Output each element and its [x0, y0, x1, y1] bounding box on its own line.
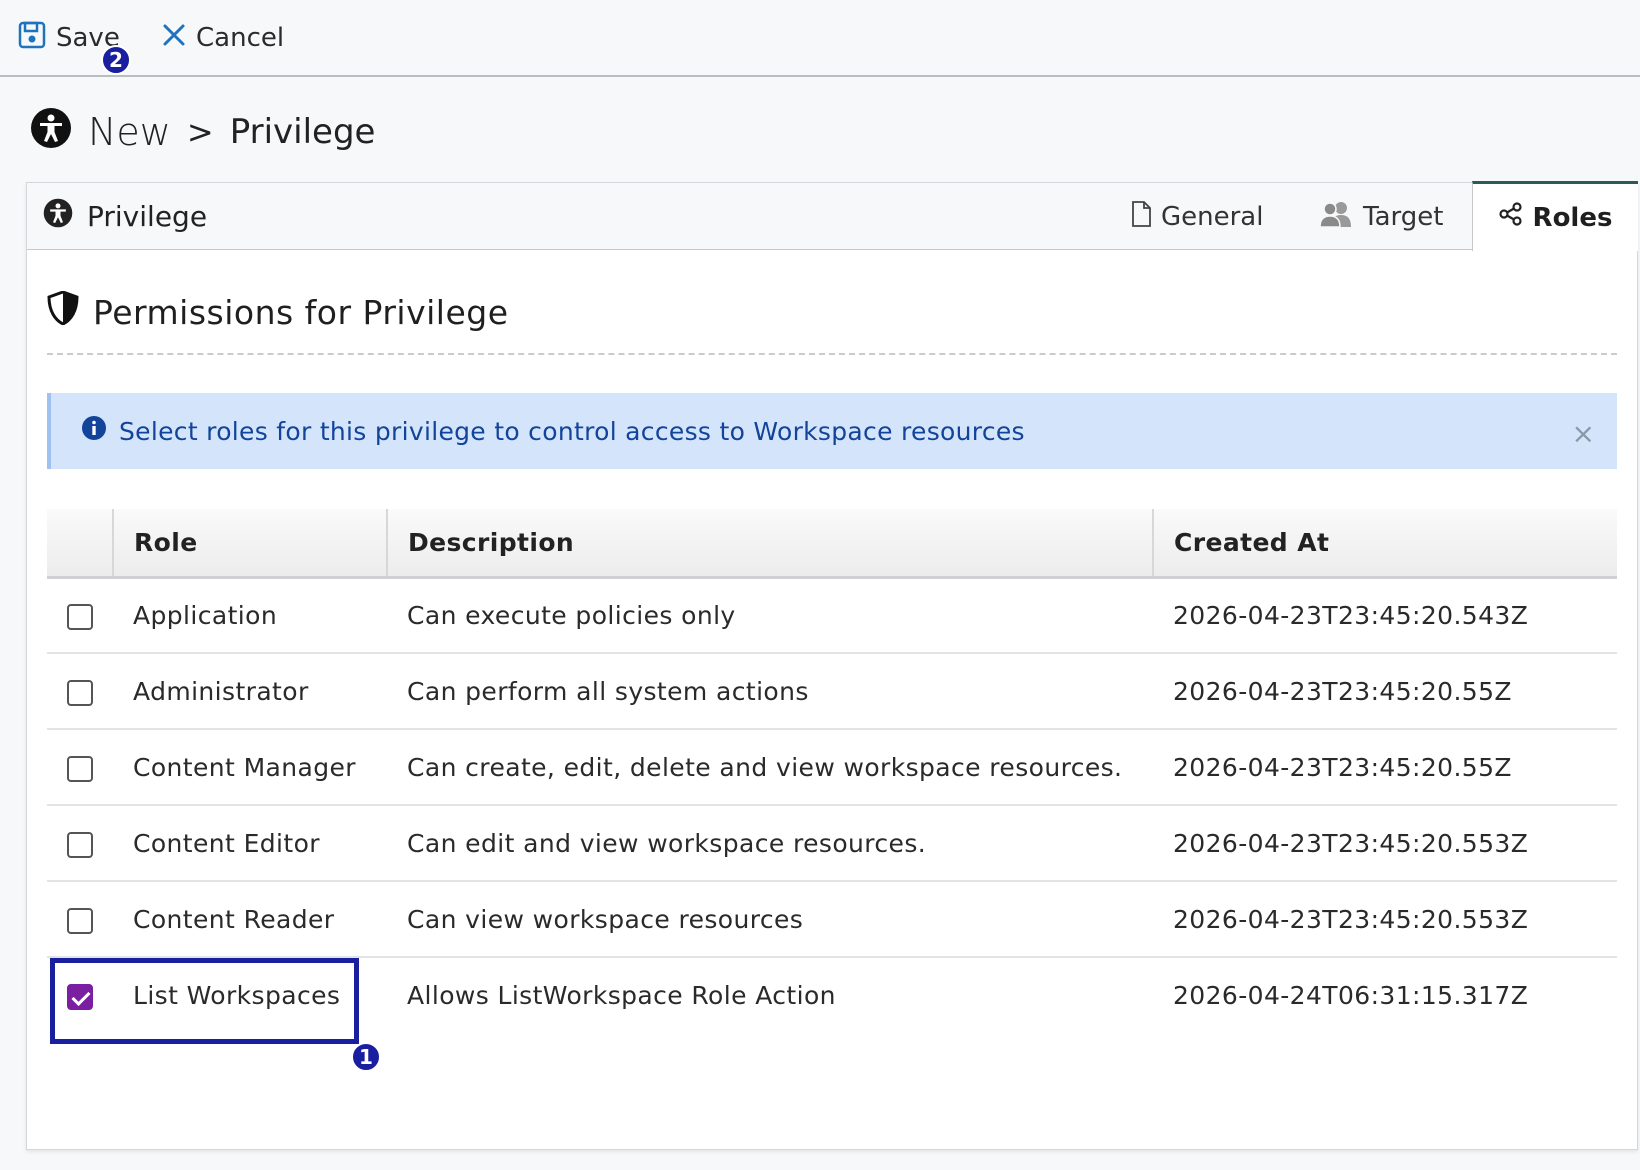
- tab-roles-label: Roles: [1532, 202, 1613, 233]
- card-title: Privilege: [43, 198, 207, 235]
- description-cell: Allows ListWorkspace Role Action: [407, 981, 836, 1010]
- tab-target[interactable]: Target: [1319, 197, 1443, 237]
- card-header: Privilege General Target Roles: [27, 181, 1638, 251]
- share-icon: [1498, 202, 1523, 233]
- section-divider: [47, 353, 1617, 355]
- column-header-created-at[interactable]: Created At: [1153, 509, 1617, 579]
- created-at-cell: 2026-04-23T23:45:20.55Z: [1173, 676, 1512, 706]
- privilege-card: Privilege General Target Roles Permissio…: [26, 181, 1638, 1150]
- created-at-cell: 2026-04-23T23:45:20.553Z: [1173, 904, 1529, 934]
- table-row[interactable]: Content Manager Can create, edit, delete…: [47, 729, 1617, 805]
- description-cell: Can perform all system actions: [407, 676, 809, 706]
- created-at-cell: 2026-04-23T23:45:20.55Z: [1173, 752, 1512, 782]
- cancel-label: Cancel: [196, 23, 285, 53]
- table-row[interactable]: Content Editor Can edit and view workspa…: [47, 805, 1617, 881]
- row-checkbox[interactable]: [67, 907, 93, 934]
- tab-general[interactable]: General: [1131, 197, 1263, 237]
- description-cell: Can execute policies only: [407, 600, 736, 630]
- cancel-button[interactable]: Cancel: [162, 20, 284, 56]
- created-at-cell: 2026-04-23T23:45:20.553Z: [1173, 828, 1529, 858]
- description-cell: Can edit and view workspace resources.: [407, 828, 927, 858]
- close-alert-button[interactable]: ×: [1572, 417, 1595, 450]
- table-header-row: Role Description Created At: [47, 509, 1617, 579]
- annotation-badge-2: 2: [101, 45, 131, 75]
- table-row[interactable]: Administrator Can perform all system act…: [47, 653, 1617, 729]
- breadcrumb: New > Privilege: [30, 107, 376, 158]
- close-icon: [162, 23, 186, 54]
- table-row[interactable]: List Workspaces Allows ListWorkspace Rol…: [47, 957, 1617, 1033]
- breadcrumb-separator: >: [186, 113, 214, 151]
- column-header-description[interactable]: Description: [387, 509, 1154, 579]
- save-icon: [18, 21, 46, 56]
- info-message: Select roles for this privilege to contr…: [119, 416, 1025, 446]
- shield-icon: [47, 290, 79, 333]
- info-alert: Select roles for this privilege to contr…: [47, 393, 1617, 469]
- role-cell: Administrator: [133, 676, 309, 706]
- role-cell: Content Manager: [133, 752, 356, 782]
- role-cell: List Workspaces: [133, 981, 341, 1010]
- row-checkbox[interactable]: [67, 603, 93, 630]
- role-cell: Application: [133, 600, 278, 630]
- role-cell: Content Reader: [133, 904, 335, 934]
- table-row[interactable]: Content Reader Can view workspace resour…: [47, 881, 1617, 957]
- tab-target-label: Target: [1363, 202, 1444, 232]
- accessibility-icon: [30, 107, 72, 158]
- section-title-label: Permissions for Privilege: [93, 292, 509, 332]
- roles-table: Role Description Created At Application …: [47, 509, 1617, 1033]
- role-cell: Content Editor: [133, 828, 320, 858]
- row-checkbox-checked[interactable]: [67, 984, 93, 1010]
- tab-general-label: General: [1161, 202, 1264, 232]
- table-row[interactable]: Application Can execute policies only 20…: [47, 577, 1617, 653]
- annotation-badge-1: 1: [351, 1042, 381, 1072]
- description-cell: Can create, edit, delete and view worksp…: [407, 752, 1123, 782]
- info-icon: [81, 415, 107, 447]
- created-at-cell: 2026-04-23T23:45:20.543Z: [1173, 600, 1529, 630]
- row-checkbox[interactable]: [67, 679, 93, 706]
- toolbar: Save 2 Cancel: [0, 0, 1640, 77]
- select-column-header: [47, 509, 114, 579]
- file-icon: [1131, 200, 1151, 234]
- created-at-cell: 2026-04-24T06:31:15.317Z: [1173, 981, 1529, 1010]
- accessibility-icon: [43, 198, 73, 235]
- row-checkbox[interactable]: [67, 755, 93, 782]
- row-checkbox[interactable]: [67, 831, 93, 858]
- tab-roles[interactable]: Roles: [1472, 181, 1638, 251]
- section-title: Permissions for Privilege: [47, 290, 509, 333]
- breadcrumb-current: Privilege: [229, 112, 376, 152]
- users-icon: [1319, 201, 1353, 234]
- column-header-role[interactable]: Role: [113, 509, 388, 579]
- card-title-label: Privilege: [87, 200, 208, 233]
- description-cell: Can view workspace resources: [407, 904, 804, 934]
- breadcrumb-new[interactable]: New: [88, 110, 171, 154]
